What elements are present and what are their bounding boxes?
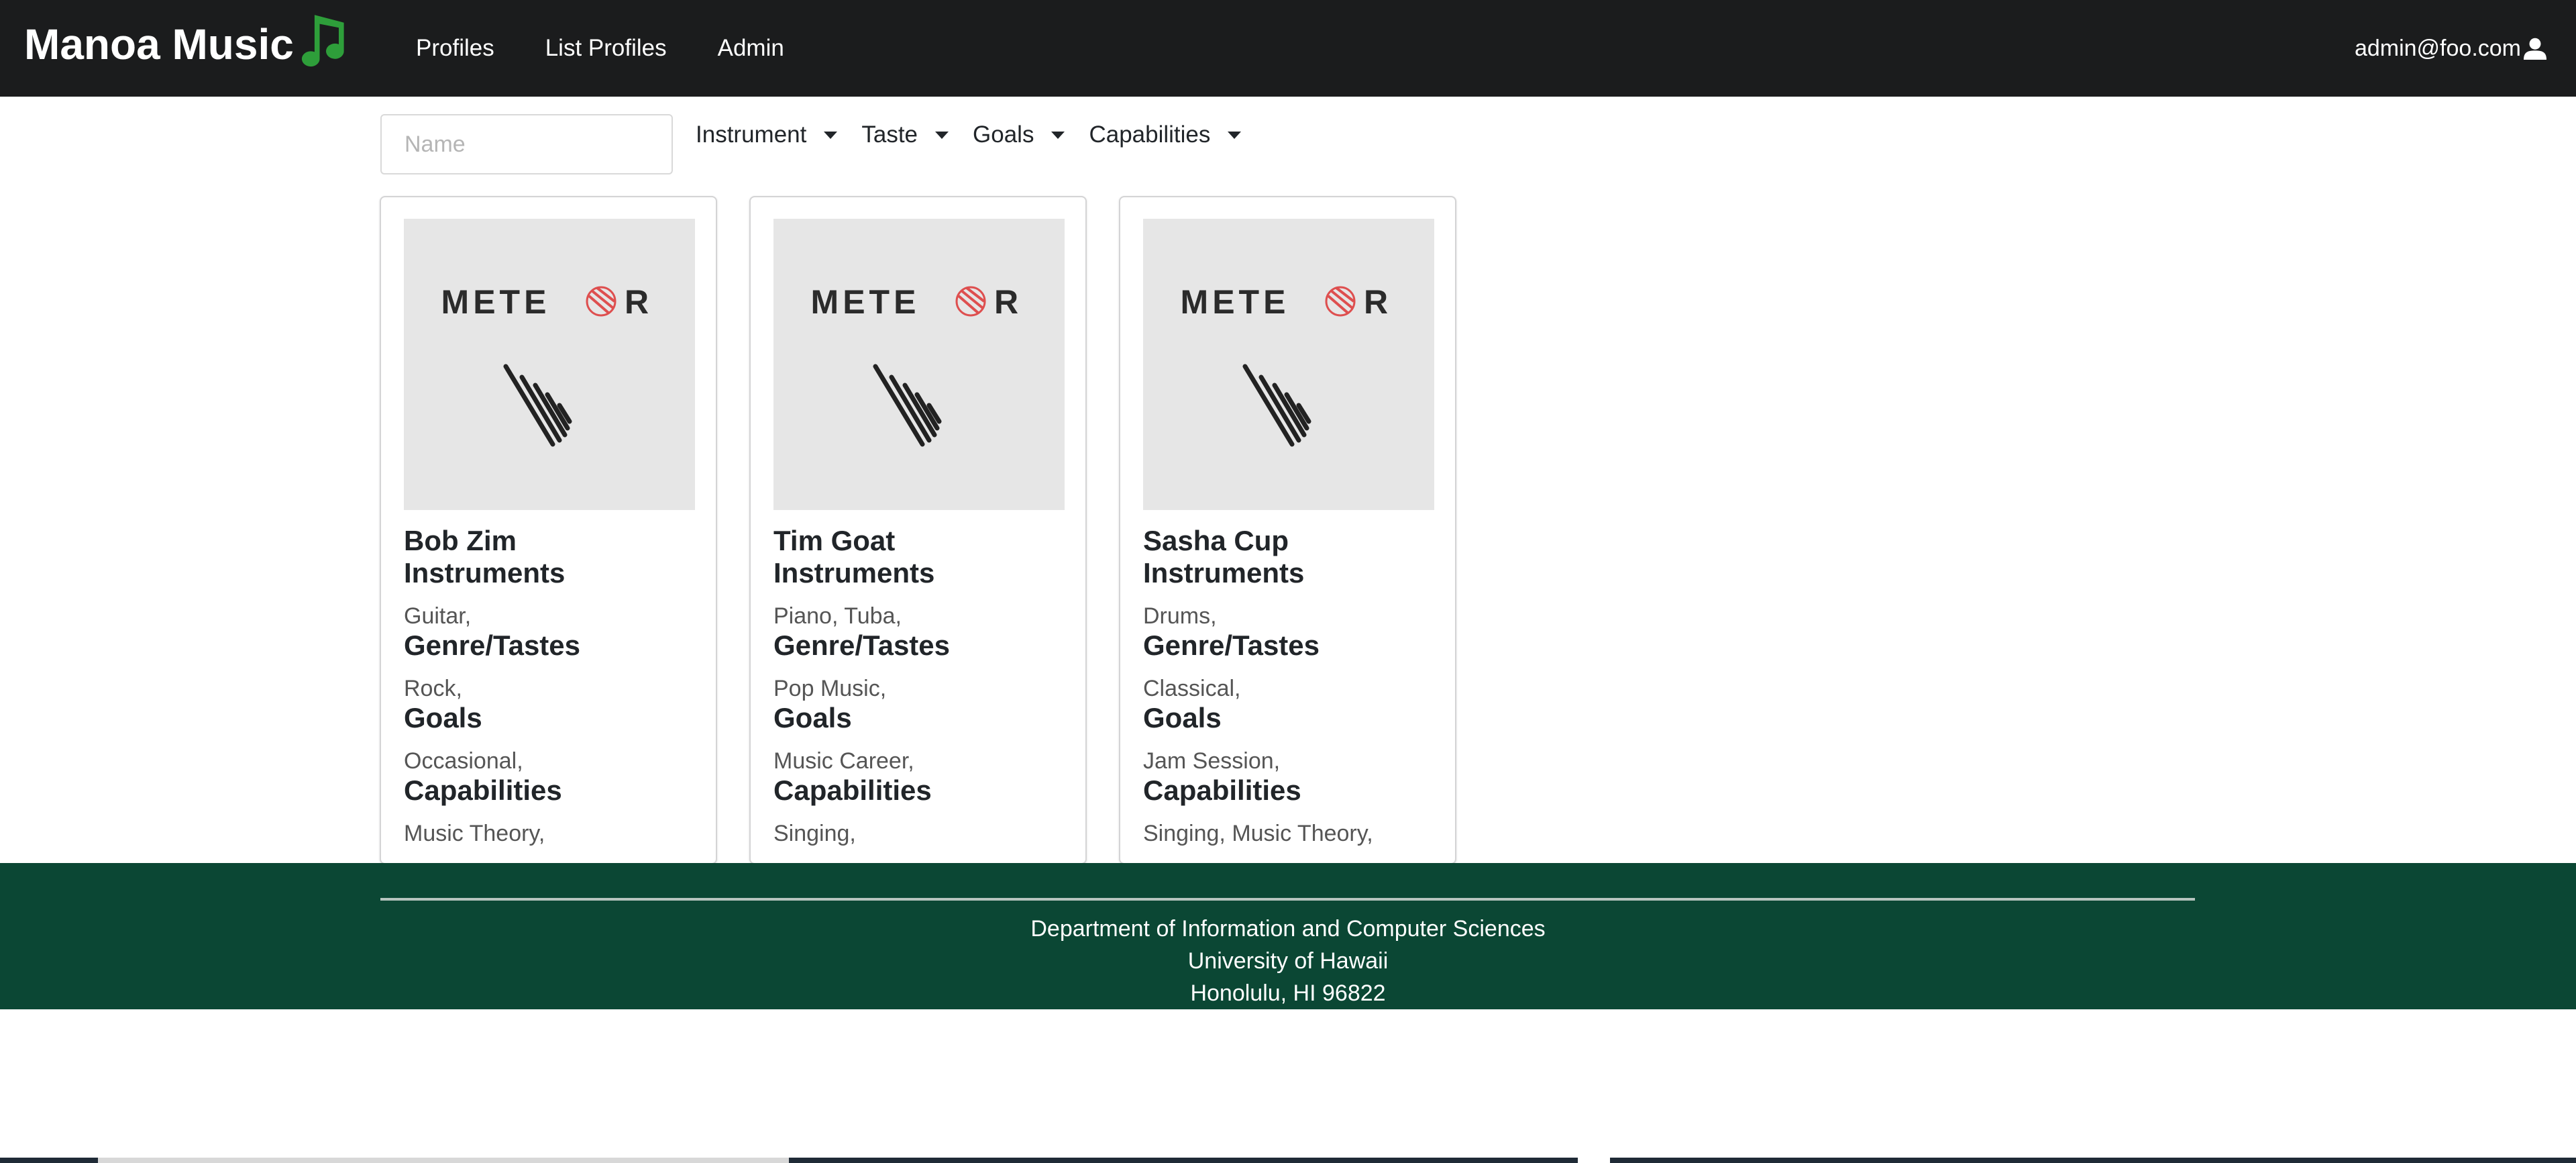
instruments-value: Piano, Tuba, [773, 603, 902, 629]
caret-down-icon [935, 131, 949, 139]
capabilities-value: Singing, [773, 821, 856, 846]
genre-heading: Genre/Tastes [404, 629, 581, 661]
bottom-strip [0, 1158, 2576, 1163]
svg-text:METE: METE [441, 283, 551, 321]
instruments-heading: Instruments [773, 557, 935, 589]
meteor-logo-icon: METE R [1181, 283, 1388, 447]
nav-link-admin[interactable]: Admin [718, 35, 784, 62]
caret-down-icon [1051, 131, 1065, 139]
nav-link-profiles[interactable]: Profiles [416, 35, 494, 62]
brand-link[interactable]: Manoa Music [24, 12, 352, 77]
goals-heading: Goals [1143, 702, 1222, 734]
footer-line-university: University of Hawaii [1187, 948, 1389, 974]
profile-cards: METE R Bob Zim Instruments Guitar, Genre… [380, 196, 1489, 864]
goals-value: Music Career, [773, 748, 914, 774]
profile-name: Tim Goat [773, 525, 896, 556]
strip-segment [789, 1158, 1578, 1163]
strip-segment [1578, 1158, 1610, 1163]
footer-line-department: Department of Information and Computer S… [1030, 916, 1546, 942]
instruments-value: Drums, [1143, 603, 1217, 629]
svg-text:METE: METE [811, 283, 920, 321]
footer: Department of Information and Computer S… [0, 863, 2576, 1009]
nav-links: Profiles List Profiles Admin [416, 0, 835, 97]
caret-down-icon [1228, 131, 1242, 139]
profile-card: METE R Tim Goat Instruments Piano, Tuba,… [749, 196, 1087, 864]
instruments-heading: Instruments [404, 557, 566, 589]
strip-segment [98, 1158, 789, 1163]
svg-text:R: R [994, 283, 1018, 321]
capabilities-heading: Capabilities [404, 774, 562, 806]
genre-value: Classical, [1143, 676, 1241, 701]
taste-dropdown[interactable]: Taste [861, 118, 949, 152]
name-search-input[interactable] [380, 114, 673, 174]
user-menu[interactable]: admin@foo.com [2355, 0, 2546, 97]
meteor-logo-icon: METE R [811, 283, 1018, 447]
profile-name: Sasha Cup [1143, 525, 1289, 556]
navbar: Manoa Music Profiles List Profiles Admin… [0, 0, 2576, 97]
capabilities-heading: Capabilities [773, 774, 932, 806]
genre-value: Rock, [404, 676, 462, 701]
footer-line-location: Honolulu, HI 96822 [1190, 980, 1386, 1006]
genre-value: Pop Music, [773, 676, 887, 701]
nav-link-list-profiles[interactable]: List Profiles [545, 35, 667, 62]
capabilities-heading: Capabilities [1143, 774, 1301, 806]
footer-divider [380, 898, 2195, 901]
instrument-dropdown-label: Instrument [696, 121, 807, 148]
filter-bar: Instrument Taste Goals Capabilities [380, 114, 1242, 174]
brand-title: Manoa Music [24, 20, 294, 68]
goals-dropdown[interactable]: Goals [973, 118, 1065, 152]
meteor-logo-icon: METE R [441, 283, 649, 447]
instruments-value: Guitar, [404, 603, 472, 629]
strip-segment [0, 1158, 98, 1163]
goals-dropdown-label: Goals [973, 121, 1034, 148]
profile-card: METE R Sasha Cup Instruments Drums, Genr… [1119, 196, 1456, 864]
capabilities-value: Music Theory, [404, 821, 545, 846]
user-icon [2524, 38, 2546, 60]
music-note-icon [301, 15, 344, 67]
profile-card: METE R Bob Zim Instruments Guitar, Genre… [380, 196, 717, 864]
taste-dropdown-label: Taste [861, 121, 918, 148]
instruments-heading: Instruments [1143, 557, 1305, 589]
capabilities-dropdown[interactable]: Capabilities [1089, 118, 1242, 152]
profile-name: Bob Zim [404, 525, 517, 556]
profile-image: METE R [773, 219, 1065, 510]
goals-heading: Goals [404, 702, 482, 734]
caret-down-icon [824, 131, 838, 139]
strip-segment [1610, 1158, 2576, 1163]
capabilities-value: Singing, Music Theory, [1143, 821, 1373, 846]
footer-address: Department of Information and Computer S… [0, 913, 2576, 1009]
goals-value: Occasional, [404, 748, 523, 774]
goals-value: Jam Session, [1143, 748, 1281, 774]
svg-text:R: R [1364, 283, 1388, 321]
svg-text:METE: METE [1181, 283, 1290, 321]
capabilities-dropdown-label: Capabilities [1089, 121, 1211, 148]
profile-image: METE R [1143, 219, 1434, 510]
genre-heading: Genre/Tastes [1143, 629, 1320, 661]
instrument-dropdown[interactable]: Instrument [696, 118, 838, 152]
goals-heading: Goals [773, 702, 852, 734]
svg-text:R: R [625, 283, 649, 321]
profile-image: METE R [404, 219, 695, 510]
user-email: admin@foo.com [2354, 35, 2521, 61]
genre-heading: Genre/Tastes [773, 629, 951, 661]
